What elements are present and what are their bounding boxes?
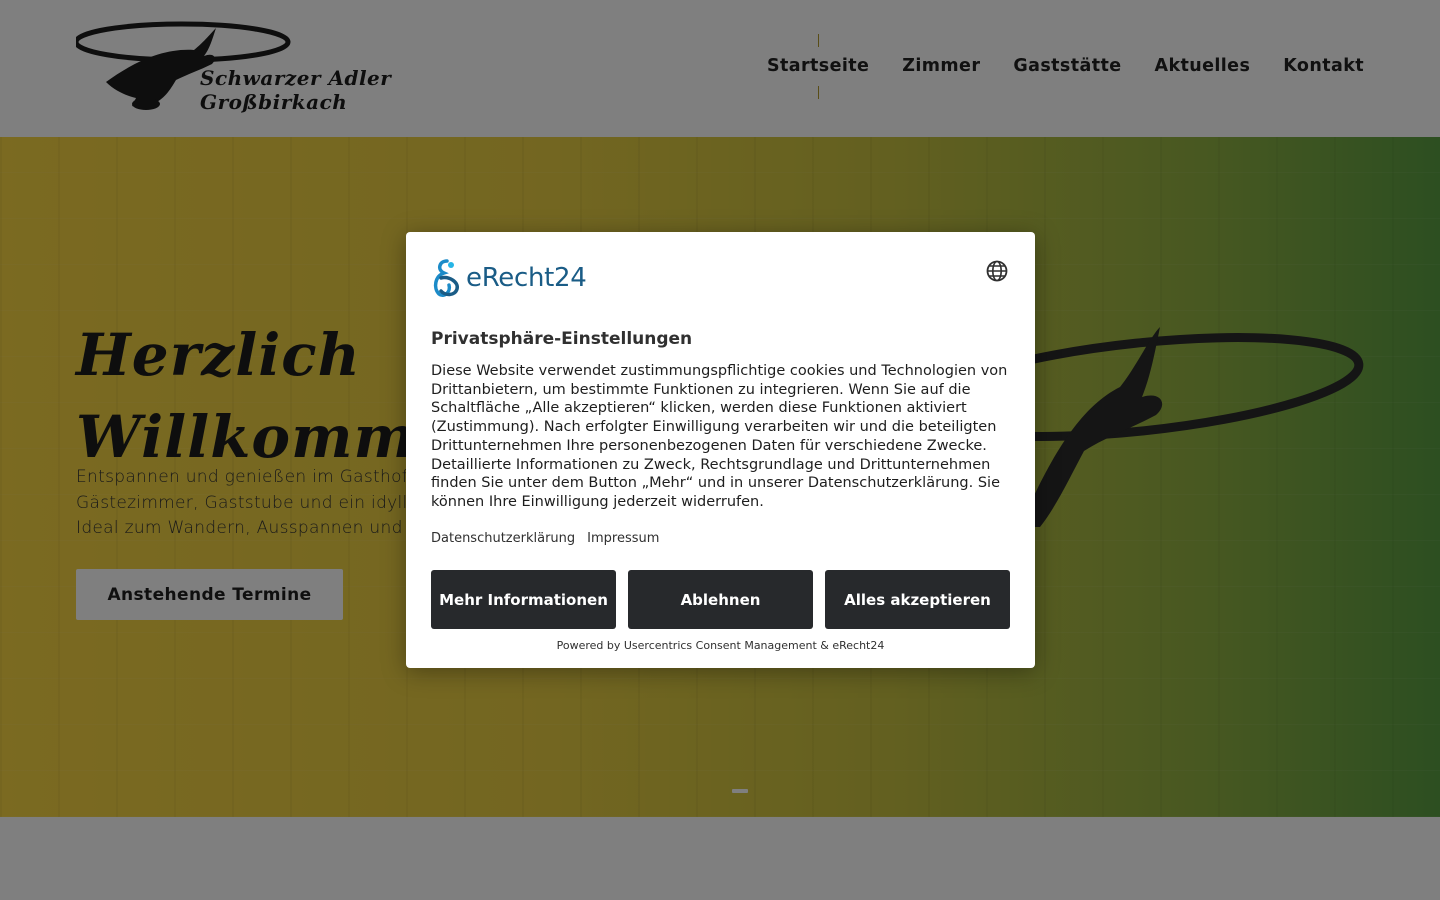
dialog-title: Privatsphäre-Einstellungen (431, 329, 693, 349)
more-information-button[interactable]: Mehr Informationen (431, 570, 616, 629)
imprint-link[interactable]: Impressum (587, 531, 659, 546)
erecht24-logo: eRecht24 (431, 257, 587, 299)
language-button[interactable] (985, 259, 1009, 283)
globe-icon (986, 260, 1008, 282)
brand-name: eRecht24 (466, 263, 587, 293)
erecht24-logo-icon (433, 259, 459, 298)
deny-button[interactable]: Ablehnen (628, 570, 813, 629)
dialog-description: Diese Website verwendet zustimmungspflic… (431, 363, 1008, 510)
privacy-policy-link[interactable]: Datenschutzerklärung (431, 531, 575, 546)
dialog-buttons: Mehr Informationen Ablehnen Alles akzept… (431, 570, 1010, 629)
powered-by-text: Powered by Usercentrics Consent Manageme… (556, 639, 885, 652)
dialog-links: Datenschutzerklärung Impressum (431, 531, 659, 546)
cookie-consent-dialog: eRecht24 Privatsphäre-Einstellungen Dies… (406, 232, 1035, 668)
accept-all-button[interactable]: Alles akzeptieren (825, 570, 1010, 629)
